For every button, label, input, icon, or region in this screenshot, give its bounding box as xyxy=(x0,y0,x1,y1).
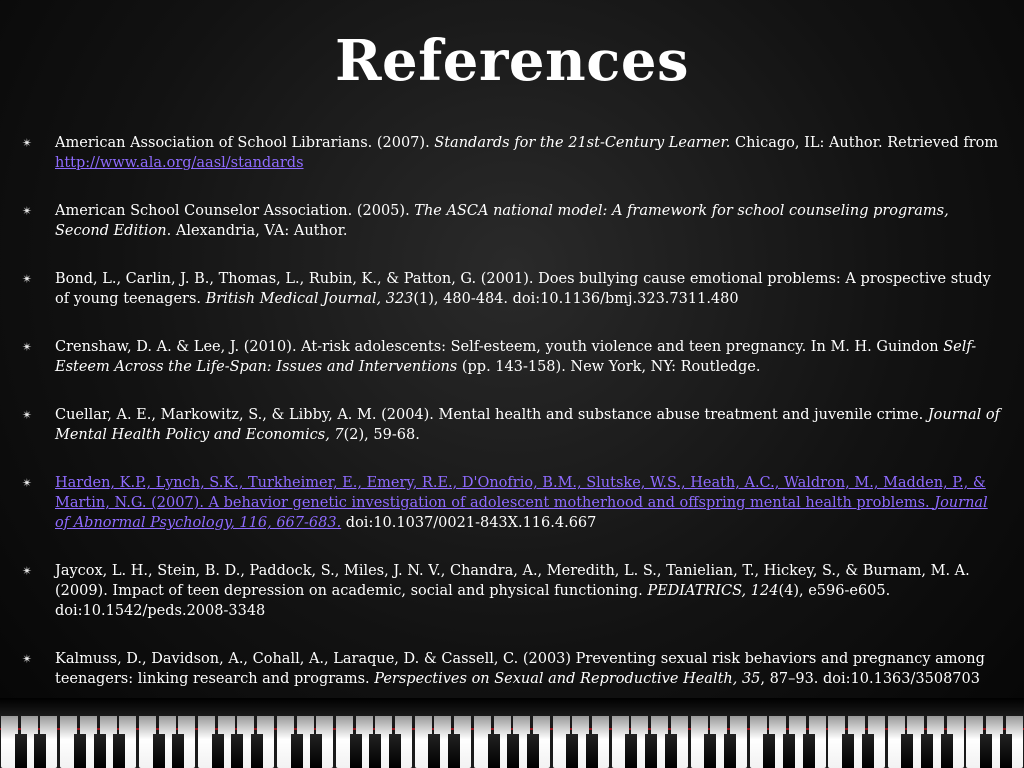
piano-black-key xyxy=(920,734,933,768)
sparkle-bullet-icon: ✴ xyxy=(22,564,33,578)
reference-text: American School Counselor Association. (… xyxy=(55,203,415,219)
reference-text: (pp. 143-158). New York, NY: Routledge. xyxy=(457,359,761,375)
piano-keys-decoration xyxy=(0,698,1024,768)
piano-black-key xyxy=(211,734,224,768)
piano-black-key xyxy=(723,734,736,768)
sparkle-bullet-icon: ✴ xyxy=(22,204,33,218)
reference-item: ✴ Kalmuss, D., Davidson, A., Cohall, A., … xyxy=(22,649,1002,689)
reference-italic-text: PEDIATRICS, 124 xyxy=(647,583,779,599)
reference-italic-text: Perspectives on Sexual and Reproductive … xyxy=(374,671,761,687)
sparkle-bullet-icon: ✴ xyxy=(22,652,33,666)
piano-black-key xyxy=(645,734,658,768)
piano-black-key xyxy=(349,734,362,768)
piano-black-key xyxy=(73,734,86,768)
reference-text: Chicago, IL: Author. Retrieved from xyxy=(730,135,999,151)
piano-black-key xyxy=(507,734,520,768)
piano-black-key xyxy=(586,734,598,768)
reference-item: ✴ Harden, K.P., Lynch, S.K., Turkheimer, … xyxy=(22,473,1002,533)
reference-text: (2), 59-68. xyxy=(343,427,420,443)
piano-black-key xyxy=(152,734,165,768)
piano-black-key xyxy=(290,734,303,768)
piano-black-key xyxy=(251,734,264,768)
piano-black-key xyxy=(34,734,47,768)
reference-text: American Association of School Librarian… xyxy=(55,135,435,151)
reference-item: ✴ Bond, L., Carlin, J. B., Thomas, L., Ru… xyxy=(22,269,1002,309)
reference-item: ✴ American School Counselor Association. … xyxy=(22,201,1002,241)
piano-black-key xyxy=(625,734,638,768)
piano-black-key xyxy=(980,734,992,768)
piano-black-key xyxy=(389,734,401,768)
piano-shade xyxy=(0,698,1024,716)
piano-black-key xyxy=(861,734,874,768)
sparkle-bullet-icon: ✴ xyxy=(22,476,33,490)
reference-item: ✴ Jaycox, L. H., Stein, B. D., Paddock, S… xyxy=(22,561,1002,621)
reference-text: Cuellar, A. E., Markowitz, S., & Libby, … xyxy=(55,407,928,423)
piano-black-key xyxy=(664,734,677,768)
piano-black-key xyxy=(310,734,323,768)
reference-text: . Alexandria, VA: Author. xyxy=(166,223,348,239)
piano-black-key xyxy=(802,734,815,768)
piano-black-key xyxy=(448,734,461,768)
piano-black-key xyxy=(999,734,1012,768)
piano-black-key xyxy=(940,734,953,768)
piano-black-key xyxy=(369,734,382,768)
piano-black-key xyxy=(172,734,185,768)
piano-black-key xyxy=(487,734,500,768)
piano-black-key xyxy=(566,734,579,768)
piano-black-key xyxy=(763,734,776,768)
reference-link[interactable]: Harden, K.P., Lynch, S.K., Turkheimer, E… xyxy=(55,475,986,511)
sparkle-bullet-icon: ✴ xyxy=(22,136,33,150)
piano-black-key xyxy=(901,734,914,768)
piano-black-key xyxy=(428,734,441,768)
reference-text: , 87–93. doi:10.1363/3508703 xyxy=(760,671,980,687)
sparkle-bullet-icon: ✴ xyxy=(22,340,33,354)
reference-item: ✴ Crenshaw, D. A. & Lee, J. (2010). At-ri… xyxy=(22,337,1002,377)
reference-text: doi:10.1037/0021-843X.116.4.667 xyxy=(341,515,597,531)
piano-black-key xyxy=(783,734,795,768)
piano-black-key xyxy=(113,734,126,768)
reference-list: ✴ American Association of School Libraria… xyxy=(22,133,1002,717)
sparkle-bullet-icon: ✴ xyxy=(22,408,33,422)
reference-item: ✴ American Association of School Libraria… xyxy=(22,133,1002,173)
piano-black-key xyxy=(704,734,717,768)
reference-italic-text: British Medical Journal, 323 xyxy=(205,291,414,307)
piano-black-key xyxy=(14,734,27,768)
reference-item: ✴ Cuellar, A. E., Markowitz, S., & Libby,… xyxy=(22,405,1002,445)
sparkle-bullet-icon: ✴ xyxy=(22,272,33,286)
piano-black-key xyxy=(231,734,244,768)
piano-black-key xyxy=(93,734,106,768)
reference-text: (1), 480-484. doi:10.1136/bmj.323.7311.4… xyxy=(413,291,739,307)
slide-title: References xyxy=(335,28,689,94)
reference-text: Crenshaw, D. A. & Lee, J. (2010). At-ris… xyxy=(55,339,944,355)
piano-black-key xyxy=(842,734,855,768)
piano-black-key xyxy=(526,734,539,768)
reference-italic-text: Standards for the 21st-Century Learner. xyxy=(434,135,731,151)
reference-link[interactable]: http://www.ala.org/aasl/standards xyxy=(55,155,304,171)
